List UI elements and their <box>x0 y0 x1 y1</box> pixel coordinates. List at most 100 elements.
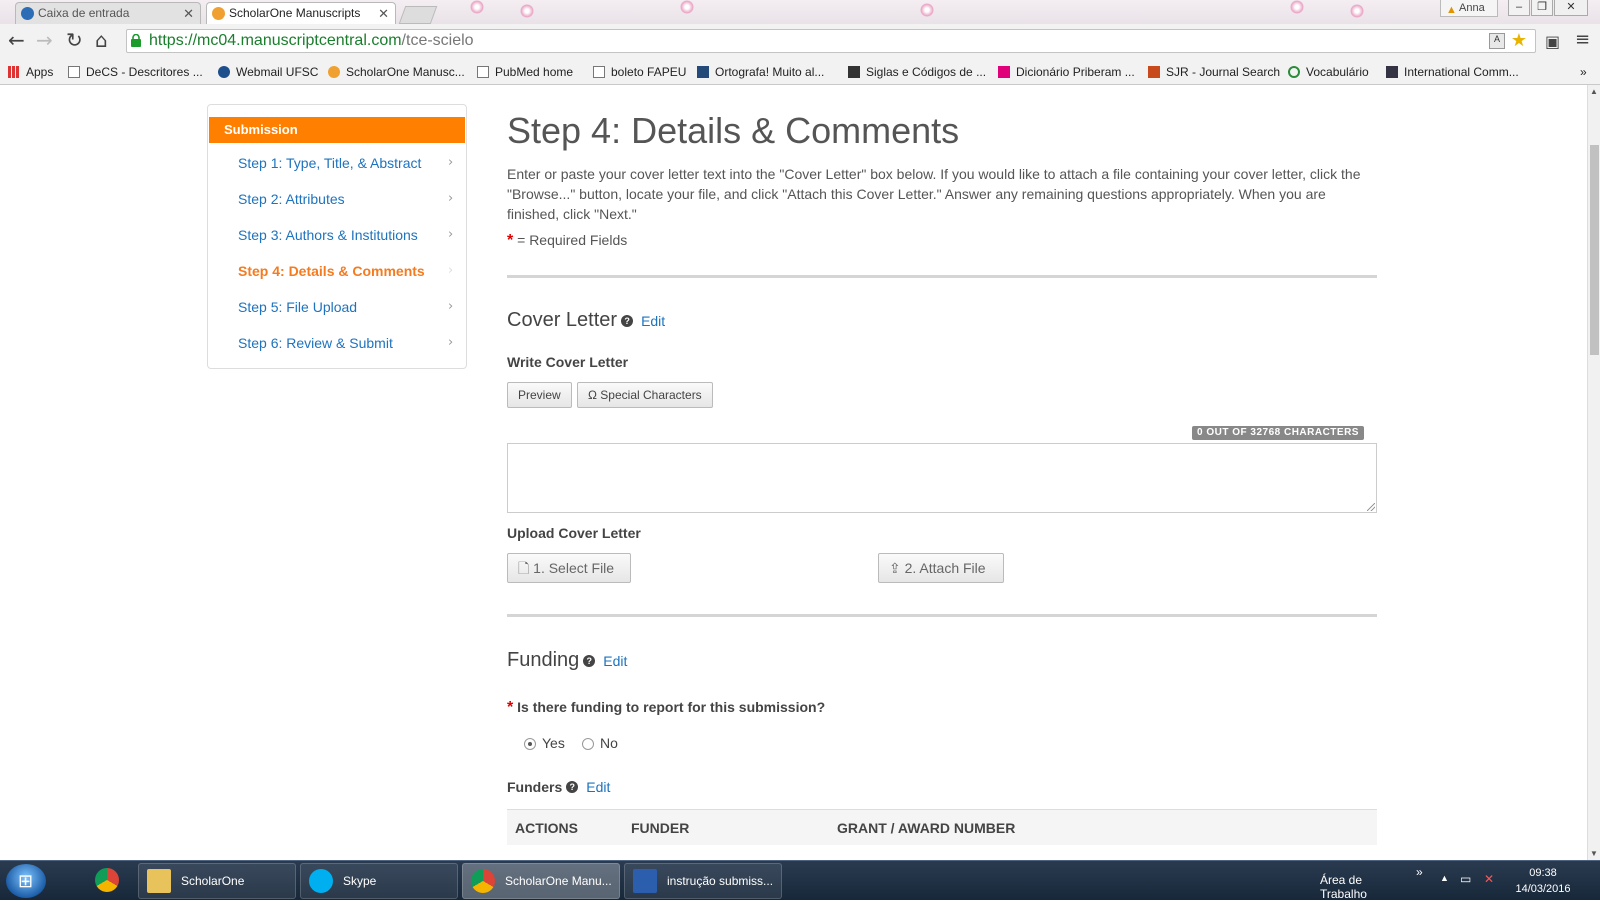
bookmark-siglas[interactable]: Siglas e Códigos de ... <box>848 65 986 79</box>
tab-caixa-de-entrada[interactable]: Caixa de entrada ✕ <box>15 2 201 24</box>
translate-icon[interactable]: A <box>1489 33 1505 49</box>
taskbar-chrome-pinned[interactable] <box>84 863 134 899</box>
bookmark-international-comm[interactable]: International Comm... <box>1386 65 1519 79</box>
select-file-button[interactable]: 🗋 1. Select File <box>507 553 631 583</box>
cover-letter-textarea[interactable] <box>507 443 1377 513</box>
resize-grip-icon[interactable] <box>1367 503 1375 511</box>
taskbar-skype[interactable]: Skype <box>300 863 458 899</box>
tab-scholarone-manuscripts[interactable]: ScholarOne Manuscripts ✕ <box>206 2 396 25</box>
help-icon[interactable]: ? <box>621 315 634 327</box>
bookmark-sjr[interactable]: SJR - Journal Search <box>1148 65 1280 79</box>
bookmark-decs[interactable]: DeCS - Descritores ... <box>68 65 203 79</box>
funders-edit-link[interactable]: Edit <box>586 779 610 795</box>
section-divider <box>507 614 1377 617</box>
chevron-right-icon: › <box>448 263 454 278</box>
skype-icon <box>309 869 333 893</box>
scroll-up-arrow-icon[interactable]: ▲ <box>1590 87 1598 96</box>
folder-icon <box>147 869 171 893</box>
sidebar-step-1[interactable]: Step 1: Type, Title, & Abstract <box>238 155 421 171</box>
new-tab-button[interactable] <box>398 6 438 24</box>
submission-header: Submission <box>209 117 465 143</box>
scrollbar-thumb[interactable] <box>1590 145 1599 355</box>
special-characters-button[interactable]: Ω Special Characters <box>577 382 713 408</box>
show-hidden-icons-icon[interactable]: ▲ <box>1440 873 1449 883</box>
instructions-text: Enter or paste your cover letter text in… <box>507 166 1361 222</box>
help-icon[interactable]: ? <box>566 781 579 793</box>
clock[interactable]: 09:38 14/03/2016 <box>1512 865 1574 897</box>
bookmark-boleto-fapeu[interactable]: boleto FAPEU <box>593 65 686 79</box>
address-bar[interactable]: https://mc04.manuscriptcentral.com/tce-s… <box>126 29 1536 53</box>
network-icon[interactable]: ▭ <box>1460 872 1471 886</box>
outlook-icon <box>21 7 34 20</box>
tab-title: Caixa de entrada <box>38 6 130 20</box>
upload-cover-letter-label: Upload Cover Letter <box>507 525 641 541</box>
browser-toolbar: ← → ↻ ⌂ https://mc04.manuscriptcentral.c… <box>0 24 1600 61</box>
taskbar-word-document[interactable]: instrução submiss... <box>624 863 782 899</box>
decorative-flower <box>680 0 694 14</box>
page-scrollbar[interactable]: ▲ ▼ <box>1587 85 1600 860</box>
bookmark-scholarone[interactable]: ScholarOne Manusc... <box>328 65 465 79</box>
volume-muted-icon[interactable]: ✕ <box>1484 872 1494 886</box>
decorative-flower <box>520 4 534 18</box>
tab-title: ScholarOne Manuscripts <box>229 6 361 20</box>
apps-grid-icon <box>8 66 20 78</box>
start-button[interactable]: ⊞ <box>6 864 46 898</box>
decorative-flower <box>1350 4 1364 18</box>
preview-button[interactable]: Preview <box>507 382 572 408</box>
attach-file-button[interactable]: ⇪ 2. Attach File <box>878 553 1004 583</box>
funding-no-label[interactable]: No <box>600 735 618 751</box>
reload-icon[interactable]: ↻ <box>66 30 83 50</box>
sidebar-step-3[interactable]: Step 3: Authors & Institutions <box>238 227 418 243</box>
chevron-right-icon: › <box>448 155 454 170</box>
scroll-down-arrow-icon[interactable]: ▼ <box>1590 849 1598 858</box>
vocabulario-icon <box>1288 66 1300 78</box>
funding-edit-link[interactable]: Edit <box>603 653 627 669</box>
cover-letter-edit-link[interactable]: Edit <box>641 313 665 329</box>
required-star: * <box>507 699 514 716</box>
bookmark-vocabulario[interactable]: Vocabulário <box>1288 65 1369 79</box>
funding-yes-label[interactable]: Yes <box>542 735 565 751</box>
bookmark-star-icon[interactable]: ★ <box>1511 30 1527 51</box>
profile-button[interactable]: ▲ Anna <box>1440 0 1498 17</box>
menu-icon[interactable]: ≡ <box>1575 30 1590 50</box>
scholarone-icon <box>328 66 340 78</box>
forward-arrow-icon[interactable]: → <box>36 30 53 50</box>
taskbar-chrome-scholarone[interactable]: ScholarOne Manu... <box>462 863 620 899</box>
restore-button[interactable]: ❐ <box>1531 0 1553 16</box>
url-text: https://mc04.manuscriptcentral.com/tce-s… <box>149 32 474 49</box>
page-title: Step 4: Details & Comments <box>507 110 960 151</box>
bookmarks-overflow-icon[interactable]: » <box>1580 65 1587 79</box>
bookmark-pubmed[interactable]: PubMed home <box>477 65 573 79</box>
bookmark-webmail-ufsc[interactable]: Webmail UFSC <box>218 65 318 79</box>
funding-no-radio[interactable] <box>582 738 594 750</box>
funding-heading: Funding? Edit <box>507 649 628 671</box>
funding-yes-radio[interactable] <box>524 738 536 750</box>
desktop-toolbar-label[interactable]: Área de Trabalho <box>1320 873 1367 901</box>
bookmark-ortografa[interactable]: Ortografa! Muito al... <box>697 65 824 79</box>
sidebar-step-4-current[interactable]: Step 4: Details & Comments <box>238 263 425 279</box>
toolbar-chevron-icon[interactable]: » <box>1416 865 1423 879</box>
submission-steps-panel: Submission Step 1: Type, Title, & Abstra… <box>207 104 467 369</box>
sidebar-step-5[interactable]: Step 5: File Upload <box>238 299 357 315</box>
close-tab-icon[interactable]: ✕ <box>183 3 194 24</box>
sidebar-step-6[interactable]: Step 6: Review & Submit <box>238 335 393 351</box>
home-icon[interactable]: ⌂ <box>95 30 108 50</box>
back-arrow-icon[interactable]: ← <box>8 30 25 50</box>
minimize-button[interactable]: – <box>1508 0 1530 16</box>
chrome-icon <box>471 869 495 893</box>
decorative-flower <box>1290 0 1304 14</box>
bookmark-priberam[interactable]: Dicionário Priberam ... <box>998 65 1135 79</box>
sidebar-step-2[interactable]: Step 2: Attributes <box>238 191 345 207</box>
decorative-flower <box>470 0 484 14</box>
help-icon[interactable]: ? <box>583 655 596 667</box>
funders-heading: Funders? Edit <box>507 779 611 795</box>
close-window-button[interactable]: ✕ <box>1554 0 1588 16</box>
taskbar-scholarone-folder[interactable]: ScholarOne <box>138 863 296 899</box>
chevron-right-icon: › <box>448 227 454 242</box>
extension-icon[interactable]: ▣ <box>1545 32 1560 52</box>
bookmark-apps[interactable]: Apps <box>8 65 53 79</box>
funding-question: * Is there funding to report for this su… <box>507 699 826 716</box>
decorative-flower <box>920 3 934 17</box>
close-tab-icon[interactable]: ✕ <box>378 3 389 24</box>
section-divider <box>507 275 1377 278</box>
